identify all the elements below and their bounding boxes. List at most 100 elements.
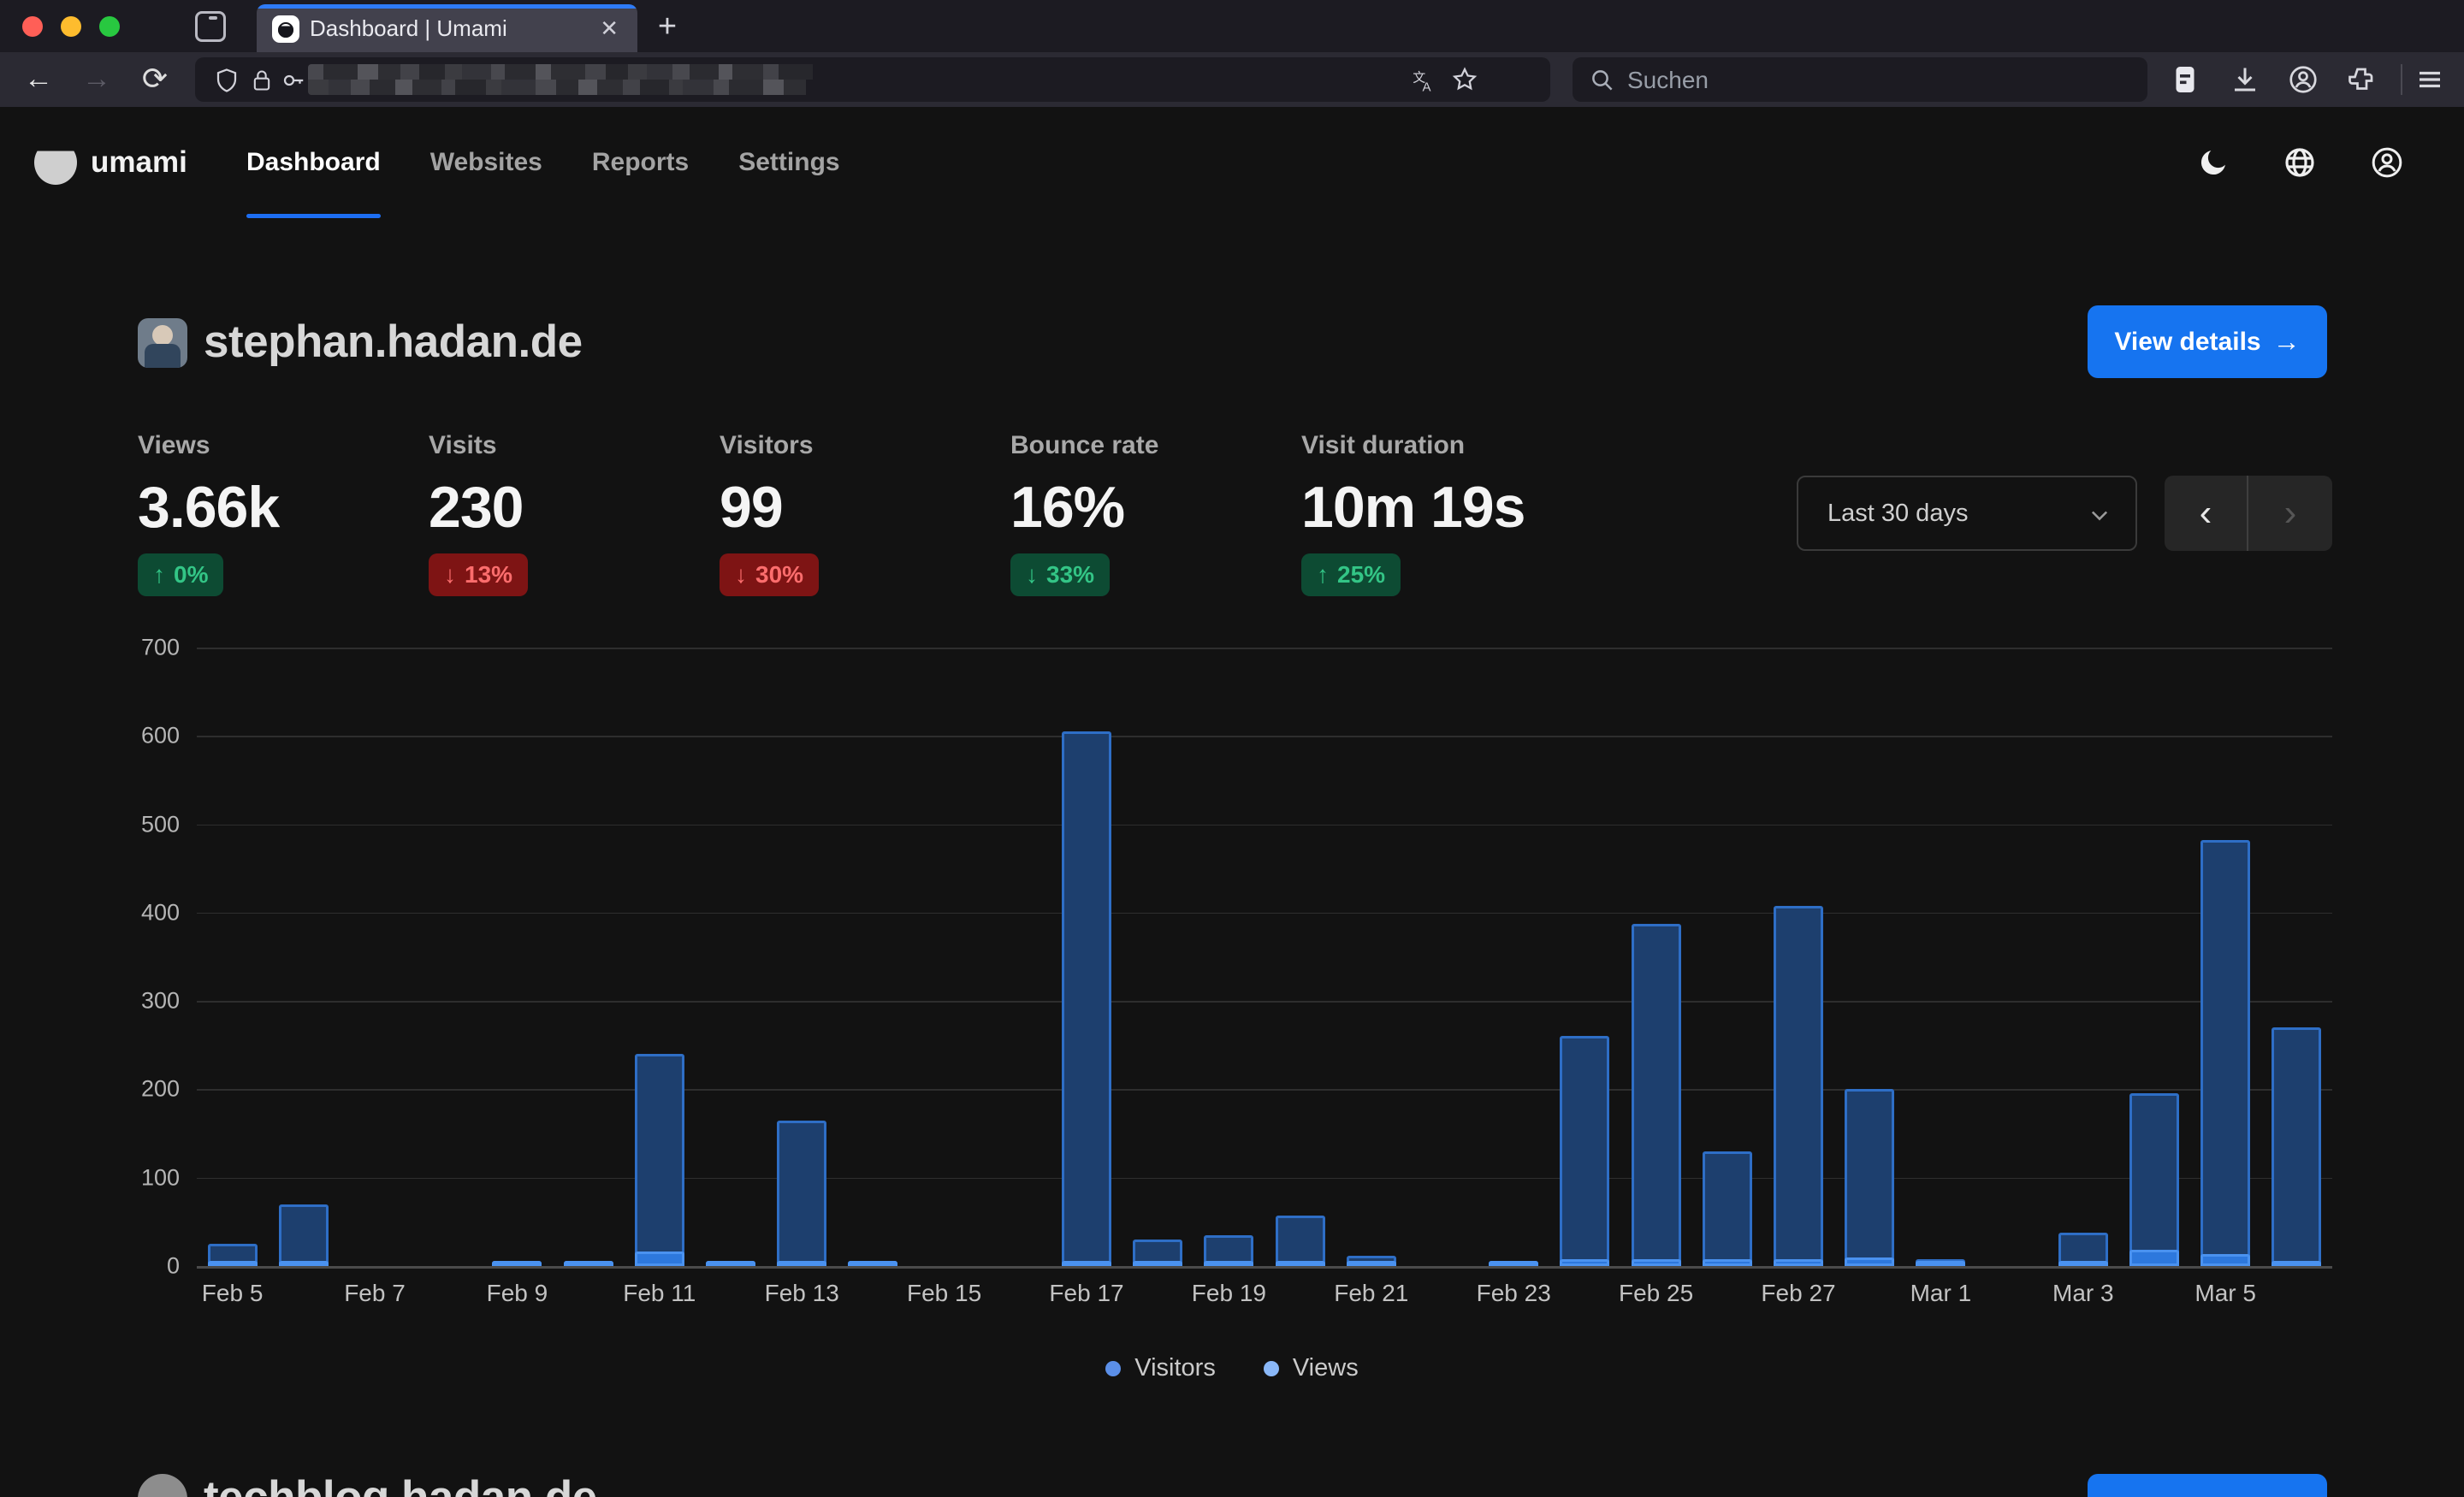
account-icon[interactable] (2288, 64, 2319, 95)
visitors-bar[interactable] (1703, 1259, 1752, 1266)
visitors-bar[interactable] (1560, 1259, 1609, 1266)
bar-slot-feb-28[interactable] (1834, 648, 1905, 1266)
bar-chart[interactable] (197, 648, 2332, 1266)
visitors-bar[interactable] (1845, 1257, 1894, 1266)
nav-item-reports[interactable]: Reports (592, 107, 689, 218)
visitors-bar[interactable] (1774, 1259, 1823, 1266)
visitors-bar[interactable] (848, 1261, 897, 1266)
bar-slot-mar-3[interactable] (2047, 648, 2118, 1266)
bar-slot-feb-14[interactable] (838, 648, 909, 1266)
reload-button[interactable]: ⟳ (133, 52, 176, 107)
bar-slot-feb-15[interactable] (909, 648, 980, 1266)
views-bar[interactable] (1774, 906, 1823, 1266)
bar-slot-feb-20[interactable] (1265, 648, 1336, 1266)
visitors-bar[interactable] (777, 1261, 826, 1266)
back-button[interactable]: ← (17, 52, 60, 107)
bar-slot-feb-23[interactable] (1478, 648, 1549, 1266)
visitors-bar[interactable] (492, 1261, 542, 1266)
visitors-bar[interactable] (1632, 1259, 1681, 1266)
bar-slot-feb-11[interactable] (624, 648, 695, 1266)
visitors-bar[interactable] (2058, 1261, 2108, 1266)
theme-moon-icon[interactable] (2196, 145, 2230, 180)
bar-slot-feb-22[interactable] (1407, 648, 1478, 1266)
window-close-button[interactable] (22, 16, 43, 37)
address-bar[interactable]: 文A (195, 57, 1550, 102)
views-bar[interactable] (635, 1054, 684, 1266)
date-range-select[interactable]: Last 30 days (1797, 476, 2137, 551)
downloads-icon[interactable] (2230, 64, 2260, 95)
visitors-bar[interactable] (564, 1261, 613, 1266)
views-bar[interactable] (1560, 1036, 1609, 1266)
next-view-details-button[interactable]: View details → (2088, 1474, 2327, 1497)
bar-slot-feb-10[interactable] (553, 648, 624, 1266)
brand-name[interactable]: umami (91, 107, 187, 218)
visitors-bar[interactable] (1204, 1261, 1253, 1266)
key-icon[interactable] (281, 67, 306, 94)
legend-item-views[interactable]: Views (1264, 1354, 1359, 1382)
bar-slot-feb-5[interactable] (197, 648, 268, 1266)
views-bar[interactable] (1845, 1089, 1894, 1266)
translate-icon[interactable]: 文A (1412, 68, 1437, 93)
bar-slot-feb-9[interactable] (482, 648, 553, 1266)
visitors-bar[interactable] (706, 1261, 755, 1266)
visitors-bar[interactable] (1916, 1261, 1965, 1266)
visitors-bar[interactable] (1276, 1261, 1325, 1266)
views-bar[interactable] (1062, 731, 1111, 1266)
views-bar[interactable] (1632, 924, 1681, 1266)
pager-next-button[interactable]: › (2248, 476, 2332, 551)
bar-slot-feb-13[interactable] (767, 648, 838, 1266)
bar-slot-feb-24[interactable] (1549, 648, 1620, 1266)
new-tab-button[interactable]: + (647, 7, 688, 48)
bar-slot-mar-4[interactable] (2118, 648, 2189, 1266)
bar-slot-feb-27[interactable] (1762, 648, 1833, 1266)
legend-item-visitors[interactable]: Visitors (1105, 1354, 1216, 1382)
bar-slot-feb-17[interactable] (1051, 648, 1122, 1266)
view-details-button[interactable]: View details → (2088, 305, 2327, 378)
visitors-bar[interactable] (1347, 1261, 1396, 1266)
bar-slot-mar-1[interactable] (1905, 648, 1976, 1266)
views-bar[interactable] (2272, 1027, 2321, 1266)
forward-button[interactable]: → (75, 52, 118, 107)
views-bar[interactable] (1276, 1216, 1325, 1266)
bar-slot-feb-26[interactable] (1691, 648, 1762, 1266)
umami-logo-icon[interactable] (34, 140, 77, 185)
views-bar[interactable] (1703, 1151, 1752, 1266)
lock-icon[interactable] (250, 67, 274, 94)
window-zoom-button[interactable] (99, 16, 120, 37)
bar-slot-feb-16[interactable] (980, 648, 1051, 1266)
bar-slot-feb-18[interactable] (1122, 648, 1194, 1266)
bar-slot-feb-6[interactable] (268, 648, 339, 1266)
views-bar[interactable] (2129, 1093, 2179, 1266)
bar-slot-feb-12[interactable] (695, 648, 766, 1266)
website-title[interactable]: stephan.hadan.de (204, 316, 583, 368)
profile-icon[interactable] (2370, 145, 2404, 180)
language-globe-icon[interactable] (2283, 145, 2317, 180)
bar-slot-mar-5[interactable] (2190, 648, 2261, 1266)
pager-prev-button[interactable]: ‹ (2165, 476, 2248, 551)
extensions-puzzle-icon[interactable] (2346, 64, 2377, 95)
browser-tab[interactable]: Dashboard | Umami ✕ (257, 4, 637, 52)
visitors-bar[interactable] (2200, 1254, 2250, 1266)
visitors-bar[interactable] (1489, 1261, 1538, 1266)
sidebar-toggle-icon[interactable] (195, 11, 226, 42)
window-minimize-button[interactable] (61, 16, 81, 37)
visitors-bar[interactable] (1062, 1261, 1111, 1266)
tab-close-icon[interactable]: ✕ (600, 4, 619, 52)
next-website-title[interactable]: techblog.hadan.de (204, 1471, 597, 1497)
nav-item-settings[interactable]: Settings (738, 107, 839, 218)
extension-panel-icon[interactable] (2170, 64, 2200, 95)
visitors-bar[interactable] (2272, 1261, 2321, 1266)
bar-slot-feb-19[interactable] (1194, 648, 1265, 1266)
bar-slot-feb-25[interactable] (1620, 648, 1691, 1266)
search-bar[interactable] (1573, 57, 2147, 102)
bar-slot-feb-7[interactable] (339, 648, 410, 1266)
nav-item-dashboard[interactable]: Dashboard (246, 107, 381, 218)
visitors-bar[interactable] (2129, 1250, 2179, 1266)
visitors-bar[interactable] (279, 1261, 329, 1266)
bar-slot-mar-6[interactable] (2261, 648, 2332, 1266)
visitors-bar[interactable] (635, 1251, 684, 1266)
menu-hamburger-icon[interactable] (2414, 64, 2445, 95)
bar-slot-feb-8[interactable] (411, 648, 482, 1266)
shield-icon[interactable] (214, 67, 240, 94)
bar-slot-feb-21[interactable] (1336, 648, 1407, 1266)
